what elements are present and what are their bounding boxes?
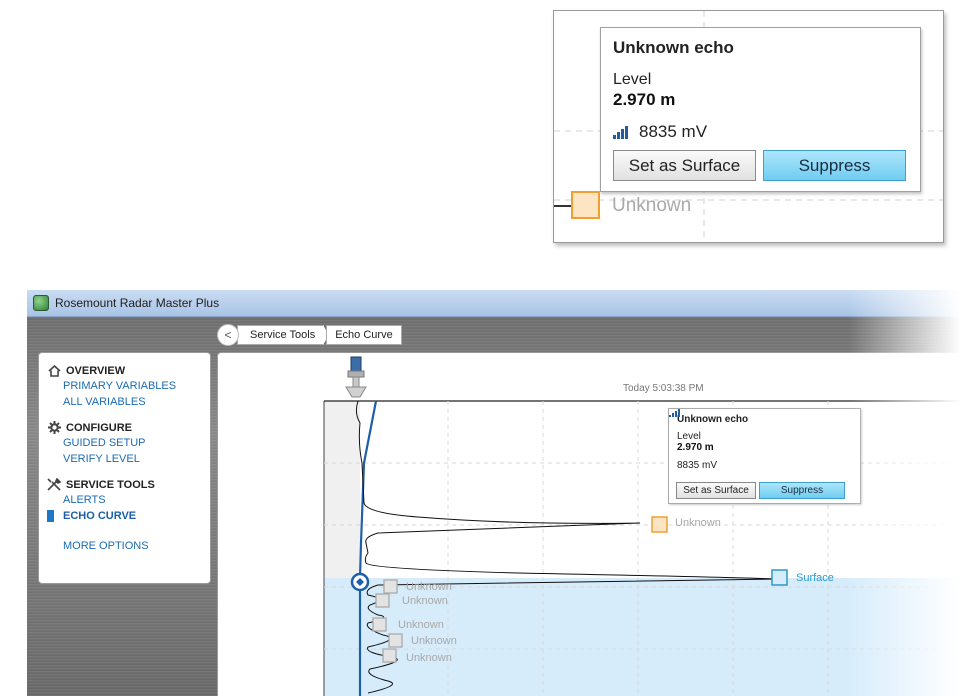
back-button[interactable]: < [217, 324, 239, 346]
gear-icon [47, 421, 61, 435]
zoom-tooltip-title: Unknown echo [613, 38, 734, 57]
set-as-surface-button[interactable]: Set as Surface [676, 482, 756, 499]
unknown-echo-label-4: Unknown [411, 635, 457, 647]
echo-curve-chart[interactable] [218, 353, 961, 696]
sidebar-item-primary-variables[interactable]: PRIMARY VARIABLES [47, 378, 202, 394]
sidebar-item-echo-curve[interactable]: ECHO CURVE [47, 508, 202, 524]
echo-level-label: Level [677, 431, 701, 442]
unknown-echo-label-3: Unknown [398, 619, 444, 631]
zoom-signal-value: 8835 mV [639, 122, 708, 141]
sidebar-heading-configure-label: CONFIGURE [66, 421, 132, 434]
unknown-echo-label-2: Unknown [402, 595, 448, 607]
sidebar-item-alerts[interactable]: ALERTS [47, 492, 202, 508]
tooltip-zoom-inset: Unknown echo Level 2.970 m 8835 mV Set a… [553, 10, 944, 243]
echo-level-value: 2.970 m [677, 442, 714, 453]
breadcrumb-echo-curve[interactable]: Echo Curve [326, 325, 402, 345]
suppress-button[interactable]: Suppress [759, 482, 845, 499]
surface-echo-marker[interactable] [771, 569, 788, 586]
set-as-surface-button[interactable]: Set as Surface [613, 150, 756, 181]
echo-curve-panel: Today 5:03:38 PM Unknown Surface Unknown… [217, 352, 961, 696]
breadcrumb: < Service Tools Echo Curve [217, 324, 402, 346]
sidebar-heading-service-tools[interactable]: SERVICE TOOLS [47, 477, 202, 492]
unknown-echo-label: Unknown [675, 517, 721, 529]
sidebar-heading-overview-label: OVERVIEW [66, 364, 126, 377]
zoom-level-value: 2.970 m [613, 90, 676, 109]
zoom-tooltip: Unknown echo Level 2.970 m 8835 mV Set a… [600, 27, 921, 192]
signal-strength-icon [613, 126, 628, 139]
echo-timestamp: Today 5:03:38 PM [623, 383, 704, 394]
app-window: Rosemount Radar Master Plus < Service To… [27, 290, 961, 696]
sidebar-heading-service-tools-label: SERVICE TOOLS [66, 478, 155, 491]
app-logo-icon [33, 295, 49, 311]
home-icon [47, 364, 61, 378]
echo-tooltip-title: Unknown echo [677, 414, 749, 425]
breadcrumb-service-tools[interactable]: Service Tools [237, 325, 325, 345]
unknown-echo-marker[interactable] [651, 516, 668, 533]
zoom-tooltip-buttons: Set as Surface Suppress [613, 150, 906, 181]
echo-signal-row: 8835 mV [669, 409, 852, 471]
suppress-button[interactable]: Suppress [763, 150, 906, 181]
sidebar-nav: OVERVIEW PRIMARY VARIABLES ALL VARIABLES… [38, 352, 211, 584]
sidebar-item-guided-setup[interactable]: GUIDED SETUP [47, 435, 202, 451]
window-title: Rosemount Radar Master Plus [55, 296, 220, 310]
zoom-level-label: Level [613, 71, 652, 88]
document-stage: Unknown echo Level 2.970 m 8835 mV Set a… [0, 0, 961, 696]
echo-signal-value: 8835 mV [677, 460, 718, 471]
echo-curve-segment [554, 205, 571, 207]
tank-wall [324, 401, 360, 578]
sidebar-item-all-variables[interactable]: ALL VARIABLES [47, 394, 202, 410]
sidebar-item-more-options[interactable]: MORE OPTIONS [47, 538, 202, 554]
unknown-echo-label-1: Unknown [406, 581, 452, 593]
window-titlebar[interactable]: Rosemount Radar Master Plus [27, 290, 961, 317]
sidebar-heading-configure[interactable]: CONFIGURE [47, 420, 202, 435]
surface-echo-label: Surface [796, 572, 834, 584]
unknown-echo-label-5: Unknown [406, 652, 452, 664]
signal-strength-icon [669, 409, 680, 417]
echo-tooltip: Unknown echo Level 2.970 m 8835 mV Set a… [668, 408, 861, 504]
unknown-echo-marker[interactable] [571, 191, 600, 219]
radar-transmitter-icon [345, 356, 367, 398]
sidebar-heading-overview[interactable]: OVERVIEW [47, 363, 202, 378]
tools-icon [47, 478, 61, 492]
zoom-signal-row: 8835 mV [613, 122, 908, 142]
reference-point-marker[interactable] [350, 572, 370, 592]
unknown-echo-label: Unknown [612, 195, 692, 216]
echo-tooltip-buttons: Set as Surface Suppress [676, 482, 845, 499]
sidebar-item-verify-level[interactable]: VERIFY LEVEL [47, 451, 202, 467]
